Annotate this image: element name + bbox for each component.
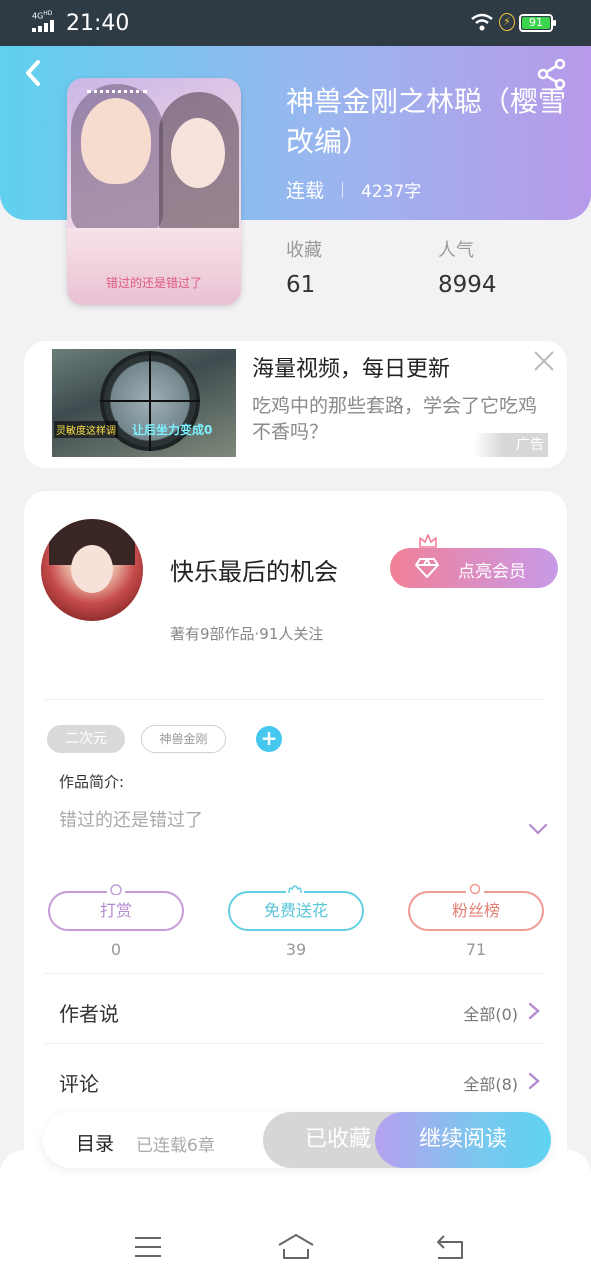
row-label: 评论 xyxy=(59,1072,99,1096)
chapter-count: 已连载6章 xyxy=(136,1136,215,1156)
stat-value: 61 xyxy=(286,272,316,298)
add-tag-button[interactable]: + xyxy=(256,726,282,752)
intro-text: 错过的还是错过了 xyxy=(59,810,203,831)
author-notes-row[interactable]: 作者说 全部(0) xyxy=(44,982,546,1042)
wifi-icon xyxy=(471,13,493,31)
row-value: 全部(8) xyxy=(463,1075,518,1094)
back-icon[interactable] xyxy=(20,58,48,88)
book-cover[interactable]: 错过的还是错过了 xyxy=(67,78,241,305)
stat-value: 8994 xyxy=(438,272,497,298)
book-status: 连载 xyxy=(286,180,325,202)
divider xyxy=(44,973,546,974)
ad-badge: 广告 xyxy=(474,433,548,457)
catalog-button[interactable]: 目录 xyxy=(76,1129,114,1156)
author-stats: 著有9部作品·91人关注 xyxy=(170,625,324,643)
comments-row[interactable]: 评论 全部(8) xyxy=(44,1052,546,1112)
vip-button[interactable]: 点亮会员 xyxy=(390,548,558,588)
ad-title: 海量视频，每日更新 xyxy=(252,357,451,382)
cover-caption: 错过的还是错过了 xyxy=(105,276,202,290)
ad-card[interactable]: 灵敏度这样调 让后坐力变成0 海量视频，每日更新 吃鸡中的那些套路，学会了它吃鸡… xyxy=(24,341,567,468)
divider xyxy=(44,699,546,700)
tag-chip[interactable]: 二次元 xyxy=(47,725,125,753)
close-icon[interactable] xyxy=(532,349,556,373)
coin-icon xyxy=(107,883,125,895)
stat-popularity: 人气 8994 xyxy=(438,236,497,298)
fan-ranking-button[interactable]: 粉丝榜 xyxy=(408,891,544,931)
clock: 21:40 xyxy=(66,11,130,36)
ad-thumb-text: 让后坐力变成0 xyxy=(132,423,213,437)
chevron-right-icon xyxy=(528,1072,540,1090)
bottom-action-bar: 目录 已连载6章 已收藏 继续阅读 xyxy=(43,1112,551,1168)
fan-count: 71 xyxy=(465,940,487,959)
menu-icon[interactable] xyxy=(128,1232,168,1262)
diamond-icon xyxy=(415,558,439,578)
chevron-right-icon xyxy=(528,1002,540,1020)
ad-thumbnail[interactable]: 灵敏度这样调 让后坐力变成0 xyxy=(52,349,236,457)
stat-favorites: 收藏 61 xyxy=(286,236,322,298)
row-label: 作者说 xyxy=(59,1002,119,1026)
intro-label: 作品简介: xyxy=(59,773,125,791)
continue-reading-button[interactable]: 继续阅读 xyxy=(375,1112,551,1168)
tip-button[interactable]: 打赏 xyxy=(48,891,184,931)
battery-level: 91 xyxy=(522,17,550,29)
back-nav-icon[interactable] xyxy=(430,1232,470,1262)
tip-count: 0 xyxy=(110,940,122,959)
book-meta: 连载 4237字 xyxy=(286,176,421,203)
send-flower-button[interactable]: 免费送花 xyxy=(228,891,364,931)
vip-label: 点亮会员 xyxy=(458,562,526,582)
flower-icon xyxy=(286,883,304,895)
row-value: 全部(0) xyxy=(463,1005,518,1024)
meta-divider xyxy=(342,181,344,198)
stat-label: 人气 xyxy=(438,240,474,261)
avatar[interactable] xyxy=(41,519,143,621)
book-title: 神兽金刚之林聪（樱雪改编） xyxy=(286,85,567,158)
status-bar: 4GHD 21:40 ⚡ 91 xyxy=(0,0,591,46)
divider xyxy=(44,1043,546,1044)
flower-count: 39 xyxy=(285,940,307,959)
crown-icon xyxy=(419,534,437,548)
medal-icon xyxy=(466,883,484,895)
word-count: 4237字 xyxy=(361,182,422,202)
ad-thumb-text: 灵敏度这样调 xyxy=(54,421,118,438)
home-icon[interactable] xyxy=(276,1232,316,1262)
stat-label: 收藏 xyxy=(286,240,322,261)
signal-icon xyxy=(32,20,58,32)
author-name[interactable]: 快乐最后的机会 xyxy=(170,552,338,587)
battery-icon: 91 xyxy=(519,14,556,32)
charging-icon: ⚡ xyxy=(499,13,515,31)
tag-chip[interactable]: 神兽金刚 xyxy=(141,725,226,753)
chevron-down-icon[interactable] xyxy=(527,821,549,837)
